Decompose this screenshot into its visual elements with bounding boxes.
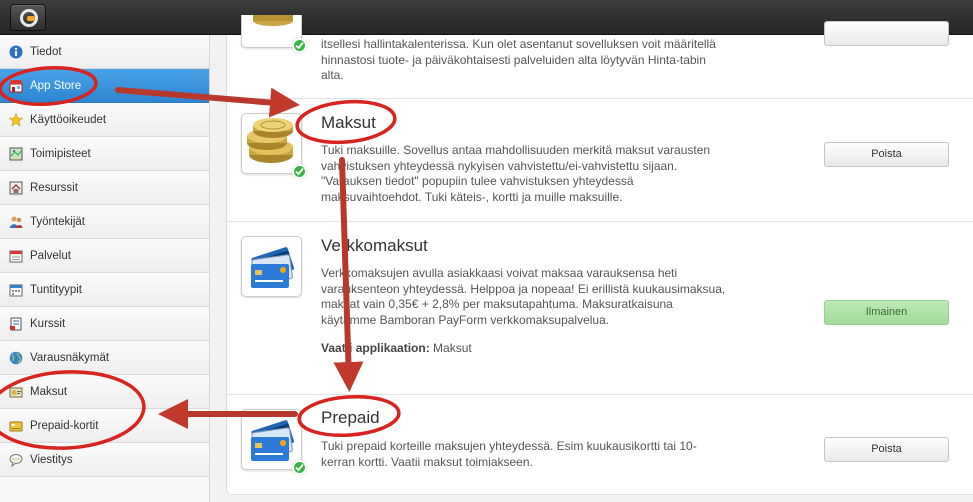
sidebar-item-tiedot[interactable]: Tiedot	[0, 35, 209, 69]
house-icon	[9, 181, 23, 195]
installed-check-icon	[292, 460, 307, 475]
sidebar-item-label: Kurssit	[30, 317, 66, 330]
sidebar-item-label: Toimipisteet	[30, 147, 91, 160]
installed-check-icon	[292, 164, 307, 179]
credit-cards-thumbnail	[241, 236, 302, 297]
app-card-maksut: Maksut Tuki maksuille. Sovellus antaa ma…	[227, 99, 973, 222]
remove-button[interactable]	[824, 21, 949, 46]
sidebar-item-tuntityypit[interactable]: Tuntityypit	[0, 273, 209, 307]
requirement-value: Maksut	[429, 341, 472, 355]
sidebar-item-label: Tuntityypit	[30, 283, 82, 296]
install-free-button[interactable]: Ilmainen	[824, 300, 949, 325]
sidebar-item-label: Prepaid-kortit	[30, 419, 99, 432]
app-description: Tuki prepaid korteille maksujen yhteydes…	[321, 439, 697, 469]
calendar-grid-icon	[9, 283, 23, 297]
sidebar-item-tyontekijat[interactable]: Työntekijät	[0, 205, 209, 239]
remove-button[interactable]: Poista	[824, 142, 949, 167]
installed-check-icon	[292, 38, 307, 53]
sidebar: Tiedot App Store Käyttöoikeudet Toimipis…	[0, 35, 210, 502]
sidebar-item-label: Työntekijät	[30, 215, 85, 228]
sidebar-item-kayttooikeudet[interactable]: Käyttöoikeudet	[0, 103, 209, 137]
app-card-verkkomaksut: Verkkomaksut Verkkomaksujen avulla asiak…	[227, 222, 973, 395]
store-icon	[9, 79, 23, 93]
sidebar-item-resurssit[interactable]: Resurssit	[0, 171, 209, 205]
app-description: itsellesi hallintakalenterissa. Kun olet…	[321, 37, 716, 82]
money-icon	[9, 385, 23, 399]
app-requirement: Vaatii applikaation: Maksut	[321, 341, 472, 355]
sidebar-item-label: App Store	[30, 79, 82, 92]
sidebar-item-kurssit[interactable]: Kurssit	[0, 307, 209, 341]
requirement-label: Vaatii applikaation:	[321, 341, 430, 355]
sidebar-item-prepaid-kortit[interactable]: Prepaid-kortit	[0, 409, 209, 443]
app-description: Tuki maksuille. Sovellus antaa mahdollis…	[321, 143, 711, 204]
people-icon	[9, 215, 23, 229]
sidebar-item-app-store[interactable]: App Store	[0, 69, 209, 103]
sidebar-item-maksut[interactable]: Maksut	[0, 375, 209, 409]
course-icon	[9, 317, 23, 331]
star-icon	[9, 112, 23, 127]
sidebar-item-label: Maksut	[30, 385, 68, 398]
sidebar-item-viestitys[interactable]: Viestitys	[0, 443, 209, 477]
app-card-prepaid: Prepaid Tuki prepaid korteille maksujen …	[227, 395, 973, 495]
sidebar-item-label: Viestitys	[30, 453, 73, 466]
sidebar-item-varausnakymat[interactable]: Varausnäkymät	[0, 341, 209, 375]
info-icon	[9, 45, 23, 59]
app-card-hinnasto: itsellesi hallintakalenterissa. Kun olet…	[227, 15, 973, 99]
coins-thumbnail	[241, 113, 307, 179]
app-title: Maksut	[321, 113, 376, 132]
sidebar-item-label: Palvelut	[30, 249, 71, 262]
app-description: Verkkomaksujen avulla asiakkaasi voivat …	[321, 266, 726, 327]
prepaid-card-icon	[9, 419, 23, 433]
app-logo-icon[interactable]	[10, 4, 46, 31]
remove-button[interactable]: Poista	[824, 437, 949, 462]
sidebar-item-toimipisteet[interactable]: Toimipisteet	[0, 137, 209, 171]
sidebar-item-label: Varausnäkymät	[30, 351, 110, 364]
sidebar-item-label: Käyttöoikeudet	[30, 113, 107, 126]
app-title: Prepaid	[321, 408, 380, 427]
map-icon	[9, 147, 23, 161]
globe-icon	[9, 351, 23, 365]
sidebar-item-label: Resurssit	[30, 181, 78, 194]
coins-thumbnail	[241, 15, 307, 53]
sidebar-item-palvelut[interactable]: Palvelut	[0, 239, 209, 273]
app-title: Verkkomaksut	[321, 236, 428, 255]
chat-icon	[9, 453, 23, 467]
calendar-icon	[9, 249, 23, 263]
credit-cards-thumbnail	[241, 409, 307, 475]
app-store-list: itsellesi hallintakalenterissa. Kun olet…	[226, 15, 973, 495]
sidebar-item-label: Tiedot	[30, 45, 62, 58]
